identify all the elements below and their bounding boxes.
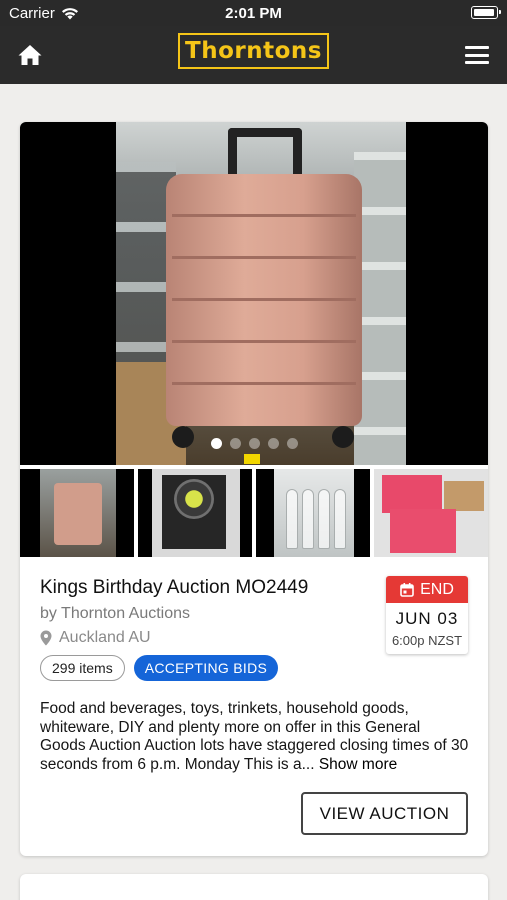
location-label: Auckland AU	[59, 629, 151, 646]
home-button[interactable]	[17, 43, 43, 67]
auction-seller: by Thornton Auctions	[40, 605, 191, 622]
next-auction-card[interactable]	[20, 874, 488, 900]
carousel-dot-2[interactable]	[229, 438, 241, 449]
hamburger-menu-icon[interactable]	[465, 46, 489, 64]
status-bar: Carrier 2:01 PM	[0, 0, 507, 26]
thumbnail-strip	[20, 469, 488, 557]
end-header: END	[386, 576, 468, 603]
clock: 2:01 PM	[225, 5, 282, 22]
carousel-pagination	[20, 438, 488, 449]
auction-description: Food and beverages, toys, trinkets, hous…	[40, 700, 470, 774]
thumbnail-pink-boxes[interactable]	[374, 469, 488, 557]
carousel-dot-5[interactable]	[286, 438, 298, 449]
thumbnail-suitcase[interactable]	[20, 469, 134, 557]
end-label: END	[420, 580, 454, 598]
end-date: JUN 03	[395, 609, 459, 628]
brand-logo-text: Thorntons	[185, 38, 322, 64]
show-more-link[interactable]: Show more	[319, 756, 397, 773]
carousel-main-image[interactable]	[116, 122, 406, 465]
end-time: 6:00p NZST	[391, 633, 463, 648]
end-date-box: END JUN 03 6:00p NZST	[386, 576, 468, 654]
location-pin-icon	[40, 630, 52, 646]
items-count-badge: 299 items	[40, 655, 125, 681]
auction-card[interactable]: Kings Birthday Auction MO2449 by Thornto…	[20, 122, 488, 856]
view-auction-button[interactable]: VIEW AUCTION	[301, 792, 468, 835]
battery-icon	[471, 6, 501, 19]
status-badge: ACCEPTING BIDS	[133, 655, 279, 681]
badge-row: 299 items ACCEPTING BIDS	[40, 655, 279, 681]
home-icon	[18, 45, 42, 65]
image-carousel[interactable]	[20, 122, 488, 465]
auction-location: Auckland AU	[40, 629, 151, 647]
thumbnail-speaker[interactable]	[138, 469, 252, 557]
top-navbar: Thorntons	[0, 26, 507, 84]
auction-title: Kings Birthday Auction MO2449	[40, 577, 309, 598]
brand-logo: Thorntons	[178, 33, 329, 69]
carousel-dot-1[interactable]	[210, 438, 222, 449]
calendar-icon	[400, 582, 414, 597]
thumbnail-glass-bottles[interactable]	[256, 469, 370, 557]
carousel-dot-4[interactable]	[267, 438, 279, 449]
description-text: Food and beverages, toys, trinkets, hous…	[40, 700, 469, 773]
carousel-dot-3[interactable]	[248, 438, 260, 449]
